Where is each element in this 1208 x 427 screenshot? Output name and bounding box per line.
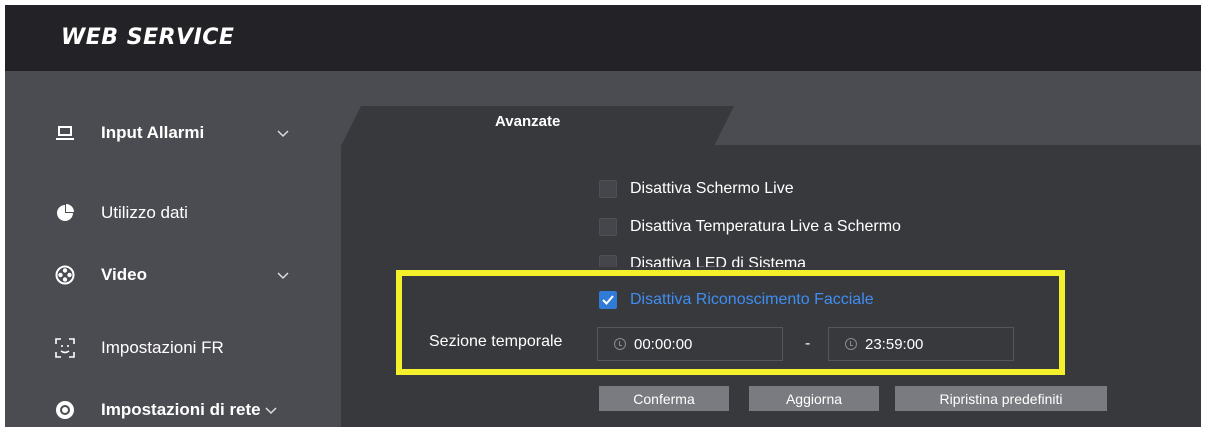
time-section-label: Sezione temporale [429, 333, 563, 350]
start-time-input[interactable]: 00:00:00 [597, 327, 783, 361]
sidebar-item-impostazioni-rete[interactable]: Impostazioni di rete [5, 390, 325, 427]
confirm-button[interactable]: Conferma [599, 386, 729, 411]
checkbox[interactable] [599, 180, 617, 198]
checkbox[interactable] [599, 218, 617, 236]
sidebar-item-input-allarmi[interactable]: Input Allarmi [5, 113, 325, 153]
end-time-value: 23:59:00 [865, 335, 924, 353]
sidebar-item-label: Utilizzo dati [101, 203, 188, 222]
checkbox-disattiva-temperatura[interactable]: Disattiva Temperatura Live a Schermo [599, 218, 901, 236]
web-service-app: WEB SERVICE Input Allarmi Utilizzo dati [5, 5, 1201, 427]
sidebar-item-impostazioni-fr[interactable]: Impostazioni FR [5, 328, 325, 368]
chevron-down-icon [265, 400, 277, 420]
checkbox-disattiva-riconoscimento[interactable]: Disattiva Riconoscimento Facciale [599, 291, 874, 309]
sidebar-item-utilizzo-dati[interactable]: Utilizzo dati [5, 193, 325, 233]
checkbox-disattiva-schermo-live[interactable]: Disattiva Schermo Live [599, 180, 794, 198]
checkbox-label: Disattiva Riconoscimento Facciale [630, 291, 874, 308]
sidebar-item-label: Video [101, 265, 147, 284]
refresh-button[interactable]: Aggiorna [749, 386, 879, 411]
clock-icon [614, 338, 626, 350]
pie-chart-icon [55, 203, 75, 223]
checkbox-label: Disattiva Schermo Live [630, 180, 794, 197]
network-icon [55, 400, 75, 420]
film-reel-icon [55, 265, 75, 285]
sidebar-item-label: Input Allarmi [101, 123, 205, 142]
checkbox[interactable] [599, 255, 617, 267]
brand-logo: WEB SERVICE [61, 25, 235, 50]
reset-defaults-button[interactable]: Ripristina predefiniti [895, 386, 1107, 411]
checkbox-label: Disattiva LED di Sistema [630, 255, 807, 267]
sidebar-item-label: Impostazioni di rete [101, 400, 261, 419]
end-time-input[interactable]: 23:59:00 [828, 327, 1014, 361]
face-scan-icon [55, 338, 75, 358]
screenshot-frame: WEB SERVICE Input Allarmi Utilizzo dati [0, 0, 1208, 427]
chevron-down-icon [277, 265, 289, 285]
checkbox-disattiva-led-clip: Disattiva LED di Sistema [599, 255, 899, 267]
sidebar-item-label: Impostazioni FR [101, 338, 224, 357]
checkbox-label: Disattiva Temperatura Live a Schermo [630, 218, 901, 235]
checkbox-disattiva-led[interactable]: Disattiva LED di Sistema [599, 255, 806, 267]
checkmark-icon [602, 295, 614, 305]
checkbox-checked[interactable] [599, 291, 617, 309]
sidebar: Input Allarmi Utilizzo dati Video Impost… [5, 71, 345, 427]
chevron-down-icon [277, 123, 289, 143]
monitor-icon [55, 123, 75, 143]
top-header: WEB SERVICE [5, 5, 1201, 71]
clock-icon [845, 338, 857, 350]
tab-avanzate[interactable]: Avanzate [495, 113, 560, 130]
time-separator: - [805, 335, 811, 352]
sidebar-item-video[interactable]: Video [5, 255, 325, 295]
start-time-value: 00:00:00 [634, 335, 693, 353]
